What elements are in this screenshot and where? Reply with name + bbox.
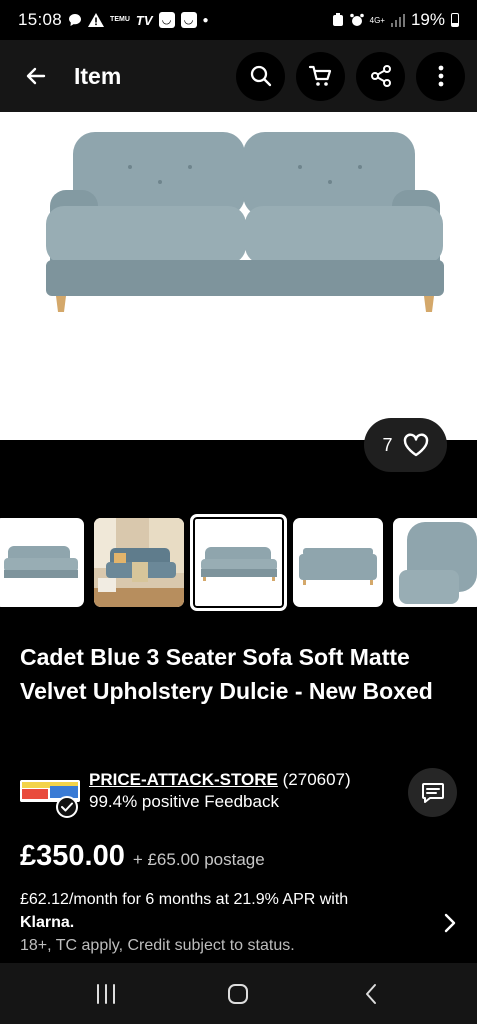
- network-type-icon: 4G+: [369, 15, 385, 25]
- smile-app-icon: ◡: [158, 12, 175, 28]
- seller-name-line: PRICE-ATTACK-STORE (270607): [89, 770, 351, 790]
- alarm-icon: [349, 13, 364, 27]
- contact-seller-button[interactable]: [408, 768, 457, 817]
- price-row: £350.00 + £65.00 postage: [20, 840, 265, 873]
- thumbnail-room-image: [94, 518, 184, 607]
- thumbnail-strip: [0, 514, 477, 612]
- chevron-left-icon: [365, 983, 376, 1004]
- postage-cost: + £65.00 postage: [132, 850, 265, 869]
- search-icon: [250, 65, 271, 87]
- temu-icon: TEMU: [110, 16, 130, 24]
- chevron-right-icon: [444, 913, 456, 938]
- back-button[interactable]: [16, 56, 56, 96]
- seller-info[interactable]: PRICE-ATTACK-STORE (270607) 99.4% positi…: [20, 768, 457, 824]
- seller-name-link[interactable]: PRICE-ATTACK-STORE: [89, 770, 278, 789]
- thumbnail-3-selected[interactable]: [190, 514, 287, 611]
- status-time: 15:08: [18, 10, 63, 29]
- recent-apps-icon: [97, 983, 116, 1004]
- cart-button[interactable]: [296, 51, 345, 101]
- smile-app-icon-2: ◡: [180, 12, 197, 28]
- verified-check-icon: [56, 796, 78, 818]
- share-icon: [370, 65, 391, 87]
- klarna-monthly-text: £62.12/month for 6 months at 21.9% APR w…: [20, 891, 349, 908]
- more-vertical-icon: [438, 65, 443, 87]
- page-title: Item: [74, 62, 122, 89]
- klarna-logo: Klarna.: [20, 914, 75, 931]
- klarna-financing-row[interactable]: £62.12/month for 6 months at 21.9% APR w…: [20, 889, 460, 961]
- status-left: 15:08 TEMU TV ◡ ◡ ●: [18, 10, 209, 30]
- arrow-left-icon: [26, 67, 46, 85]
- klarna-terms-note: 18+, TC apply, Credit subject to status.: [20, 937, 295, 954]
- thumbnail-1[interactable]: [0, 518, 84, 607]
- home-button[interactable]: [208, 974, 268, 1014]
- more-notifications-dot-icon: ●: [202, 14, 209, 26]
- recent-apps-button[interactable]: [76, 974, 136, 1014]
- system-nav-bar: [0, 963, 477, 1024]
- thumbnail-sofa-image: [4, 546, 78, 578]
- watch-button[interactable]: 7: [364, 418, 447, 472]
- thumbnail-sofa-image: [201, 547, 277, 581]
- watch-count: 7: [382, 434, 393, 455]
- seller-feedback-count: (270607): [282, 770, 351, 789]
- app-bar-actions: [236, 51, 465, 101]
- battery-icon: [451, 13, 459, 27]
- search-button[interactable]: [236, 51, 285, 101]
- seller-feedback-percent: 99.4% positive Feedback: [89, 792, 279, 811]
- sofa-image: [46, 132, 444, 312]
- main-product-image[interactable]: [0, 112, 477, 440]
- signal-icon: [390, 13, 405, 27]
- app-bar: Item: [0, 40, 477, 112]
- temu-label: TEMU: [110, 16, 130, 23]
- tv-icon: TV: [135, 12, 153, 28]
- message-icon: [421, 782, 444, 803]
- battery-percent: 19%: [410, 10, 445, 29]
- thumbnail-2[interactable]: [94, 518, 184, 607]
- thumbnail-sofa-back-image: [299, 548, 377, 585]
- status-bar: 15:08 TEMU TV ◡ ◡ ● 4G+ 19%: [0, 0, 477, 40]
- thumbnail-4[interactable]: [293, 518, 383, 607]
- thumbnail-sofa-arm-image: [399, 522, 477, 604]
- cart-icon: [308, 65, 331, 86]
- status-right: 4G+ 19%: [332, 10, 459, 30]
- listing-title: Cadet Blue 3 Seater Sofa Soft Matte Velv…: [20, 644, 433, 704]
- heart-icon: [403, 433, 428, 457]
- share-button[interactable]: [356, 51, 405, 101]
- chat-bubble-icon: [68, 13, 82, 27]
- system-back-button[interactable]: [341, 974, 401, 1014]
- battery-saver-icon: [332, 13, 344, 27]
- item-price: £350.00: [20, 840, 125, 872]
- warning-icon: [88, 13, 105, 27]
- thumbnail-5[interactable]: [393, 518, 477, 607]
- more-options-button[interactable]: [416, 51, 465, 101]
- home-icon: [228, 983, 249, 1004]
